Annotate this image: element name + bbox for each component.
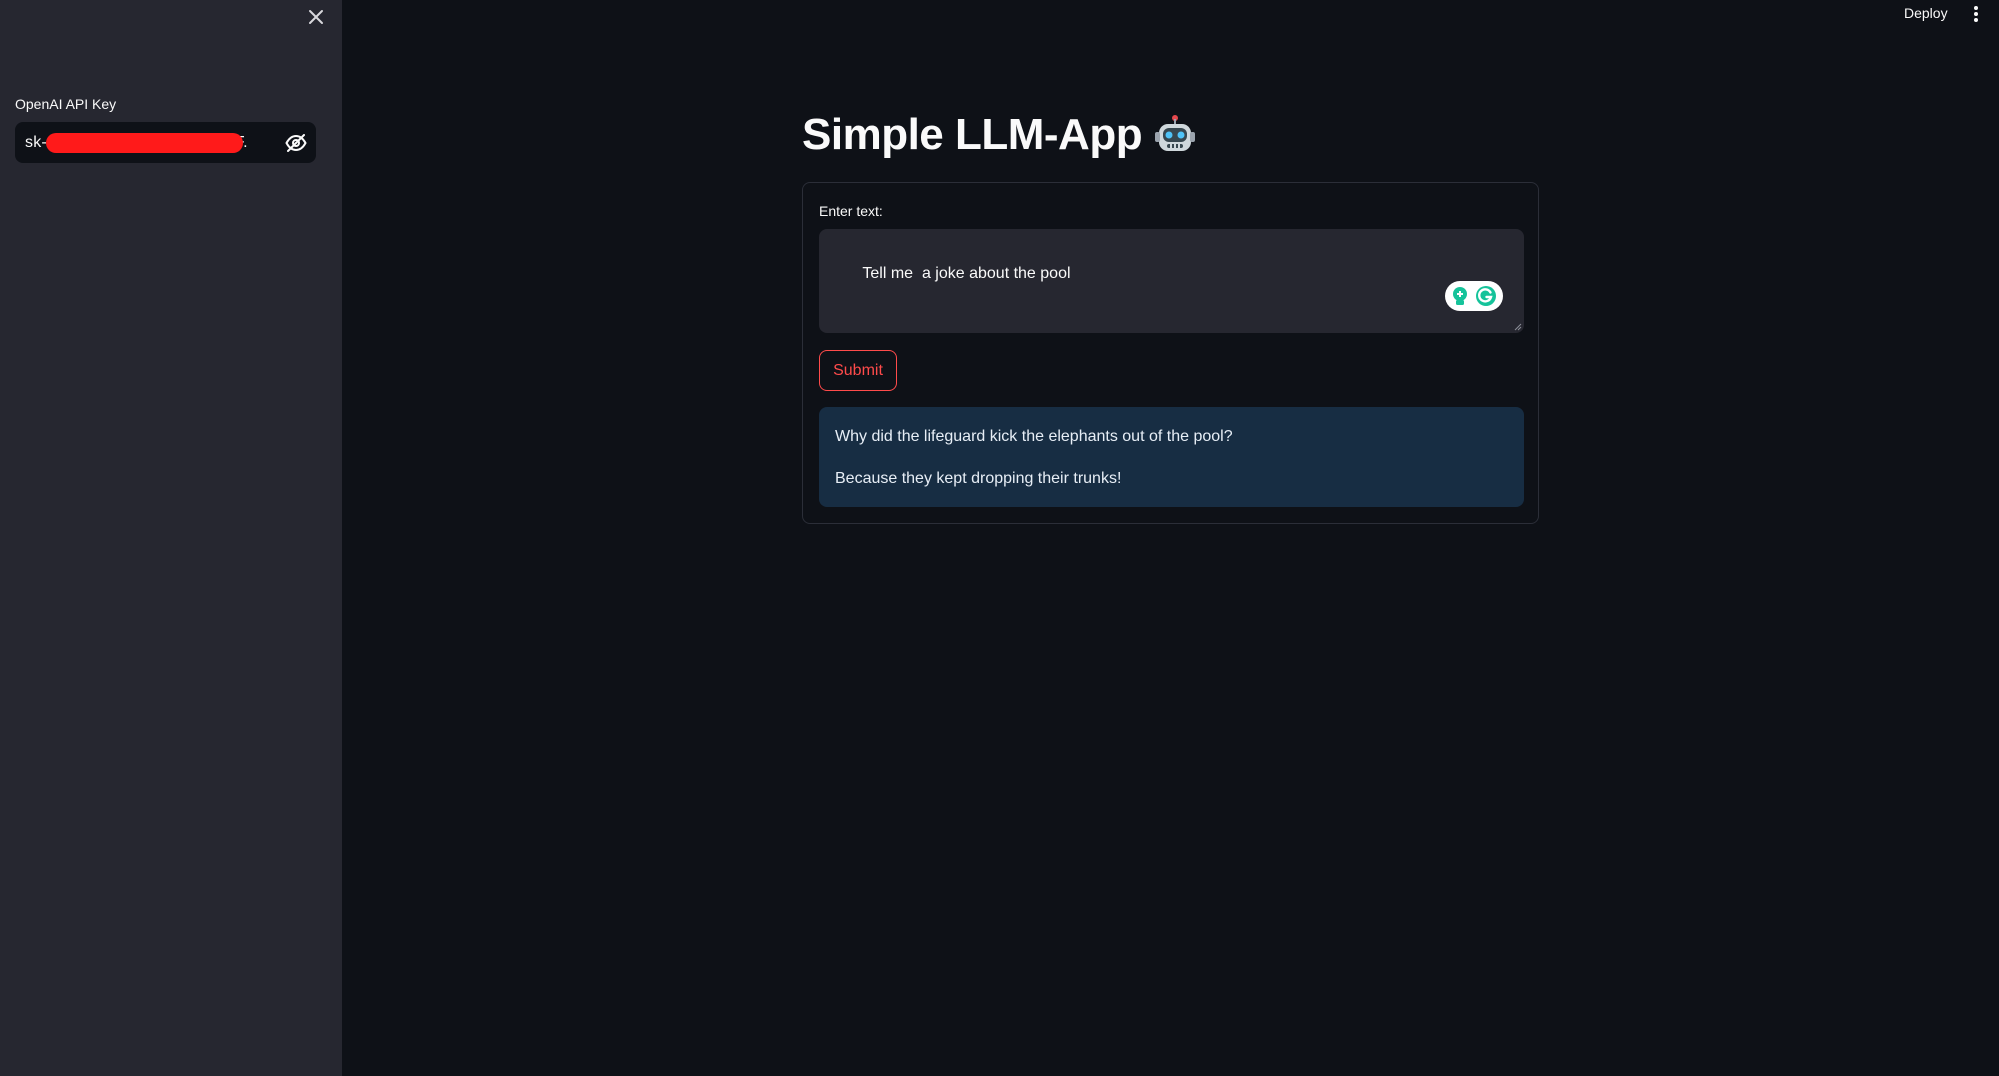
- kebab-menu-icon: [1974, 6, 1978, 22]
- api-key-input[interactable]: sk-!bkF.: [15, 122, 316, 163]
- page-title: Simple LLM-App: [802, 110, 1143, 159]
- prompt-textarea[interactable]: Tell me a joke about the pool: [819, 229, 1524, 333]
- close-sidebar-button[interactable]: [303, 4, 329, 30]
- response-box: Why did the lifeguard kick the elephants…: [819, 407, 1524, 507]
- response-line: Because they kept dropping their trunks!: [835, 470, 1122, 487]
- redaction-mark: [46, 133, 243, 153]
- title-row: Simple LLM-App: [802, 110, 1196, 160]
- close-icon: [309, 10, 323, 24]
- main-menu-button[interactable]: [1968, 2, 1984, 26]
- toggle-visibility-button[interactable]: [276, 122, 316, 163]
- grammarly-widget[interactable]: [1445, 281, 1503, 311]
- resize-handle-icon[interactable]: [1512, 321, 1522, 331]
- api-key-label: OpenAI API Key: [15, 96, 117, 112]
- submit-button[interactable]: Submit: [819, 350, 897, 391]
- api-key-prefix: sk-: [25, 133, 47, 151]
- sidebar: OpenAI API Key sk-!bkF.: [0, 0, 342, 1076]
- eye-off-icon: [285, 133, 307, 152]
- response-line: Why did the lifeguard kick the elephants…: [835, 428, 1233, 445]
- robot-face-icon: [1155, 115, 1196, 151]
- prompt-form: Enter text: Tell me a joke about the poo…: [802, 182, 1539, 524]
- enter-text-label: Enter text:: [819, 203, 883, 219]
- app-root: OpenAI API Key sk-!bkF. Deploy Simple: [0, 0, 1999, 1076]
- deploy-button[interactable]: Deploy: [1904, 5, 1948, 21]
- lightbulb-icon: [1453, 287, 1467, 305]
- prompt-textarea-value: Tell me a joke about the pool: [862, 265, 1071, 282]
- grammarly-icon: [1476, 286, 1496, 306]
